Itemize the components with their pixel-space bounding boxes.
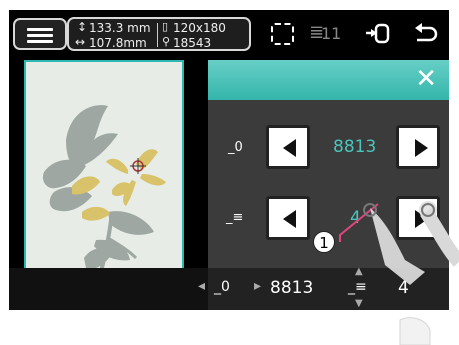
width-arrow-icon: ↔	[75, 35, 86, 49]
thread-icon: _0	[214, 279, 230, 295]
arrow-left-icon	[283, 210, 296, 228]
arrow-left-icon	[283, 139, 296, 157]
color-count: 11	[321, 24, 342, 43]
touch-gesture-illustration	[339, 201, 459, 345]
bobbin-exit-icon[interactable]	[365, 22, 393, 46]
finger-icon	[370, 208, 425, 285]
divider	[157, 23, 158, 47]
hoop-icon: ▯	[162, 20, 169, 33]
menu-button[interactable]	[13, 18, 67, 50]
callout-line	[339, 203, 379, 242]
top-bar: ↕ 133.3 mm ↔ 107.8mm ▯ 120x180 ⚲ 18543 ≣…	[9, 10, 449, 57]
bobbin-icon: _≡	[226, 210, 244, 225]
back-icon[interactable]	[413, 22, 439, 46]
thread-color-icon: _0	[228, 140, 243, 155]
bottom-left-bar	[9, 268, 208, 310]
scroll-right-icon[interactable]: ▸	[254, 278, 261, 294]
thread-color-value: 8813	[333, 137, 377, 157]
thread-prev-button[interactable]	[266, 125, 310, 169]
callout-number: 1	[313, 231, 335, 253]
arrow-right-icon	[415, 139, 428, 157]
bottom-thread-value: 8813	[270, 278, 314, 298]
scroll-left-icon[interactable]: ◂	[198, 278, 205, 294]
height-arrow-icon: ↕	[77, 20, 88, 34]
hoop-size: 120x180	[173, 21, 226, 35]
bobbin-prev-button[interactable]	[266, 196, 310, 240]
frame-trace-icon[interactable]	[271, 23, 294, 45]
stitch-count: 18543	[173, 36, 212, 50]
design-info-panel: ↕ 133.3 mm ↔ 107.8mm ▯ 120x180 ⚲ 18543	[67, 17, 251, 51]
close-icon[interactable]: ✕	[415, 64, 437, 94]
stitch-icon: ⚲	[162, 35, 171, 48]
design-height: 133.3 mm	[89, 21, 151, 35]
design-width: 107.8mm	[89, 36, 147, 50]
thread-next-button[interactable]	[396, 125, 440, 169]
embroidery-design-image	[42, 105, 166, 277]
close-bar: ✕	[208, 60, 449, 100]
menu-icon	[27, 28, 53, 31]
